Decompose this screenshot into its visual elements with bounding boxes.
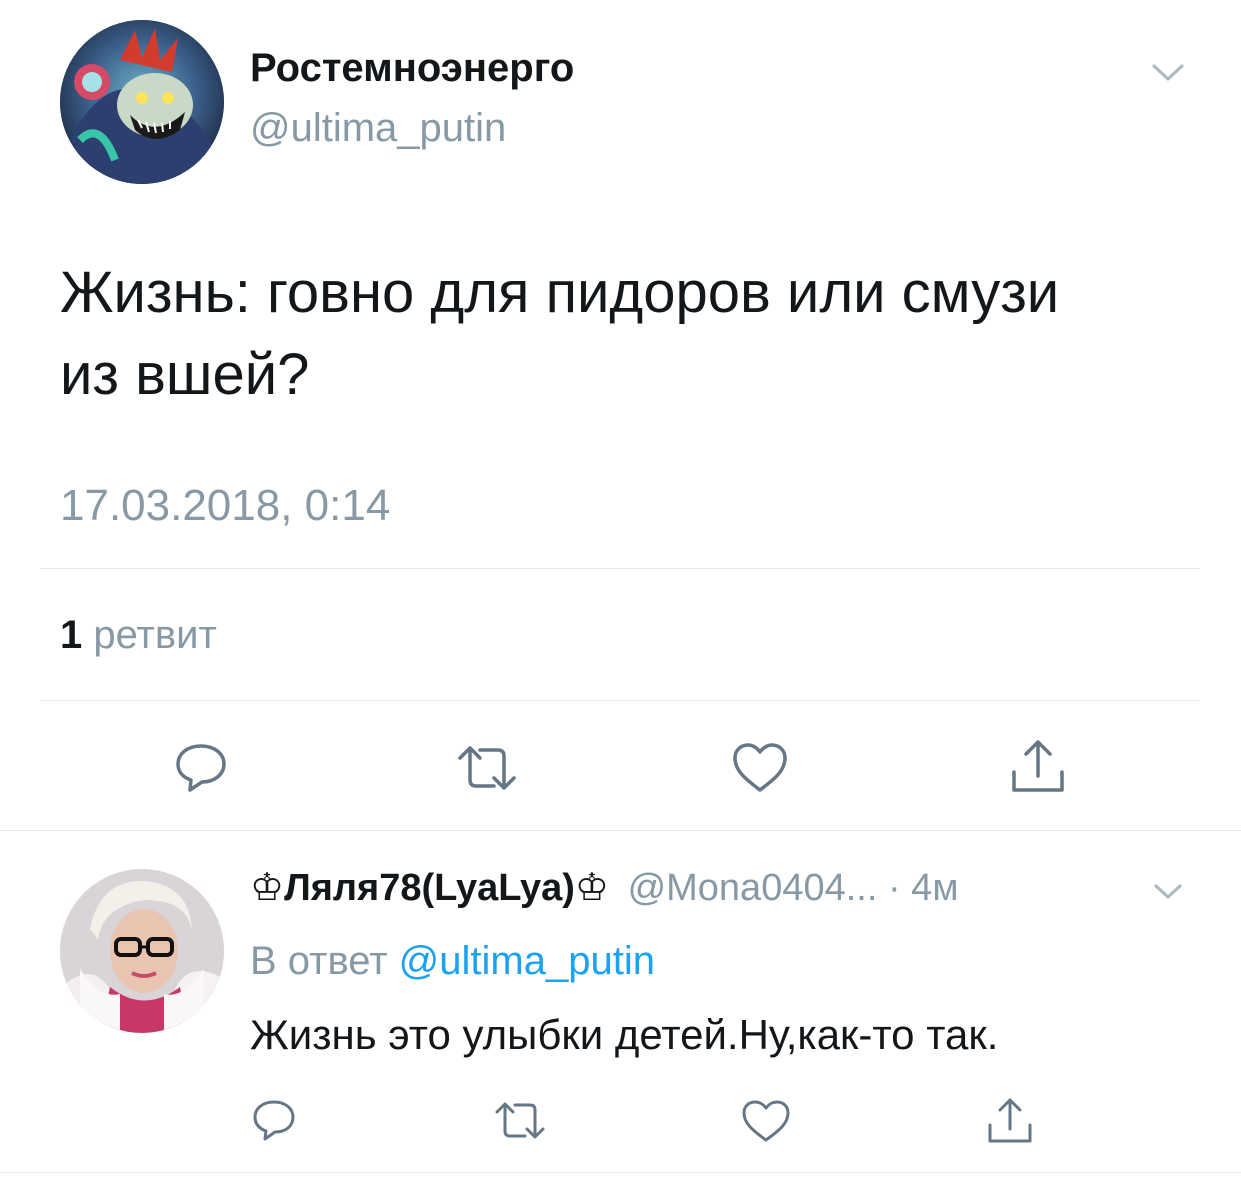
main-tweet: Ростемноэнерго @ultima_putin Жизнь: говн… bbox=[0, 0, 1241, 830]
reply-display-name[interactable]: ♔Ляля78(LyaLya)♔ bbox=[250, 867, 609, 909]
retweet-icon[interactable] bbox=[492, 1097, 548, 1145]
reply-handle[interactable]: @Mona0404... bbox=[628, 867, 878, 909]
reply-icon[interactable] bbox=[172, 738, 230, 796]
like-icon[interactable] bbox=[740, 1098, 792, 1144]
reply-icon[interactable] bbox=[250, 1096, 298, 1144]
reply-time[interactable]: · 4м bbox=[888, 867, 958, 909]
reply-avatar[interactable] bbox=[60, 869, 224, 1033]
chevron-down-icon[interactable] bbox=[1150, 879, 1186, 905]
like-icon[interactable] bbox=[730, 740, 790, 796]
share-icon[interactable] bbox=[984, 1095, 1036, 1147]
tweet-timestamp[interactable]: 17.03.2018, 0:14 bbox=[60, 480, 390, 532]
retweet-count: 1 bbox=[60, 613, 83, 657]
reply-text: Жизнь это улыбки детей.Ну,как-то так. bbox=[250, 1011, 999, 1058]
bottom-divider bbox=[0, 1172, 1241, 1173]
tweet-text-line-2: из вшей? bbox=[60, 342, 310, 407]
share-icon[interactable] bbox=[1008, 736, 1068, 798]
author-handle[interactable]: @ultima_putin bbox=[250, 104, 506, 152]
retweet-icon[interactable] bbox=[454, 740, 520, 796]
reply-header: ♔Ляля78(LyaLya)♔ @Mona0404... · 4м bbox=[250, 865, 958, 911]
author-avatar[interactable] bbox=[60, 20, 224, 184]
divider bbox=[40, 700, 1200, 701]
reply-context: В ответ @ultima_putin bbox=[250, 937, 655, 985]
divider bbox=[40, 568, 1200, 569]
retweet-stats[interactable]: 1 ретвит bbox=[60, 612, 217, 658]
chevron-down-icon[interactable] bbox=[1148, 58, 1188, 88]
author-display-name[interactable]: Ростемноэнерго bbox=[250, 44, 574, 92]
reply-tweet[interactable]: ♔Ляля78(LyaLya)♔ @Mona0404... · 4м В отв… bbox=[0, 831, 1241, 1177]
reply-prefix: В ответ bbox=[250, 939, 388, 983]
tweet-text-line-1: Жизнь: говно для пидоров или смузи bbox=[60, 260, 1060, 325]
reply-to-link[interactable]: @ultima_putin bbox=[399, 939, 655, 983]
retweet-label: ретвит bbox=[93, 613, 217, 657]
